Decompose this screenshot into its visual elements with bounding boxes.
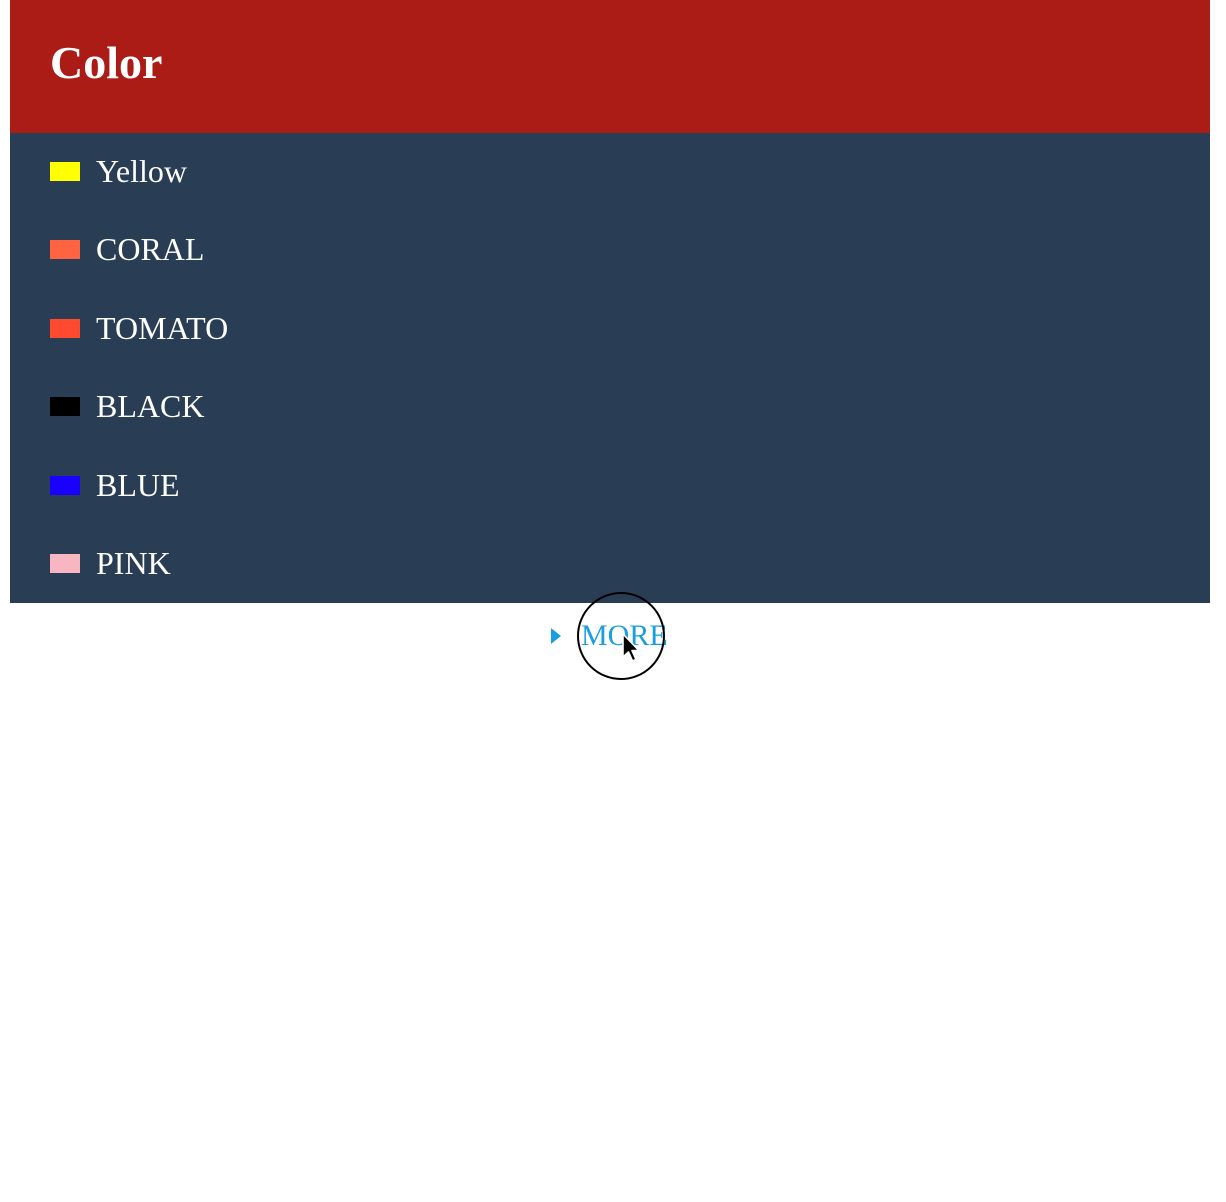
caret-right-icon <box>551 628 561 644</box>
color-item-black[interactable]: BLACK <box>50 386 204 426</box>
color-swatch <box>50 475 80 495</box>
color-item-label: PINK <box>96 545 171 581</box>
color-item-coral[interactable]: CORAL <box>50 229 204 269</box>
color-item-blue[interactable]: BLUE <box>50 465 180 505</box>
color-panel: Color Yellow CORAL TOMATO BLACK BLUE PIN… <box>10 0 1210 603</box>
more-button[interactable]: MORE <box>551 616 668 656</box>
color-list: Yellow CORAL TOMATO BLACK BLUE PINK <box>10 133 1210 603</box>
color-item-label: Yellow <box>96 153 187 189</box>
more-label: MORE <box>581 619 668 652</box>
color-item-label: BLACK <box>96 388 205 424</box>
color-swatch <box>50 553 80 573</box>
color-item-label: CORAL <box>96 231 205 267</box>
color-swatch <box>50 161 80 181</box>
color-item-tomato[interactable]: TOMATO <box>50 308 228 348</box>
color-item-label: BLUE <box>96 467 180 503</box>
color-header: Color <box>10 0 1210 133</box>
color-item-yellow[interactable]: Yellow <box>50 151 187 191</box>
color-item-label: TOMATO <box>96 310 229 346</box>
color-swatch <box>50 396 80 416</box>
color-swatch <box>50 239 80 259</box>
color-item-pink[interactable]: PINK <box>50 543 171 583</box>
color-swatch <box>50 318 80 338</box>
header-title: Color <box>50 37 163 88</box>
